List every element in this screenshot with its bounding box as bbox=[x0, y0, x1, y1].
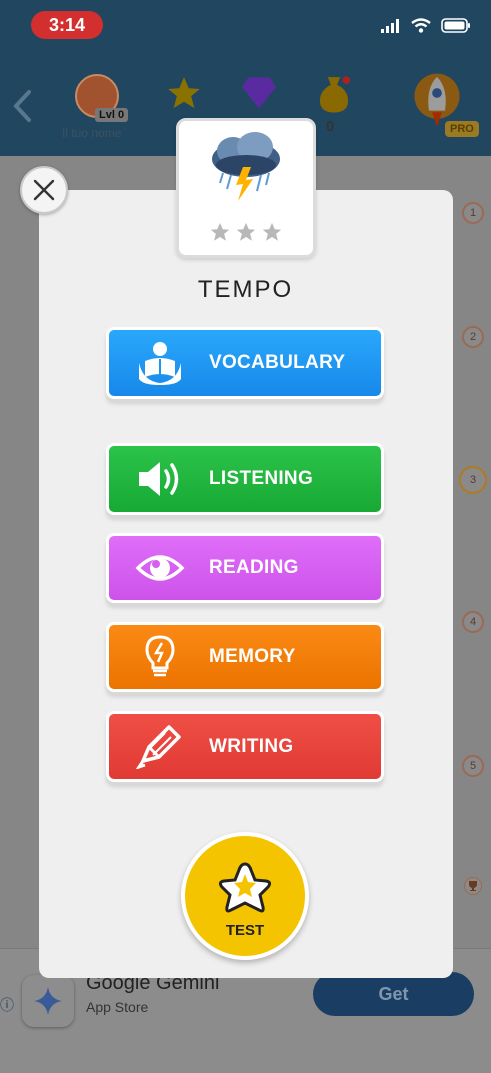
ad-info-icon[interactable]: ⓘ bbox=[0, 995, 14, 1015]
listening-button[interactable]: LISTENING bbox=[106, 443, 384, 515]
eye-icon bbox=[135, 555, 185, 581]
star-empty-icon bbox=[210, 222, 230, 241]
reading-label: READING bbox=[209, 557, 299, 578]
coin-bag-icon bbox=[319, 76, 351, 113]
star-empty-icon bbox=[236, 222, 256, 241]
status-bar: 3:14 bbox=[0, 0, 491, 56]
lightbulb-icon bbox=[145, 635, 175, 677]
ad-subtitle: App Store bbox=[86, 999, 149, 1015]
close-button[interactable] bbox=[20, 166, 68, 214]
user-name: Il tuo nome bbox=[62, 126, 122, 140]
star-icon bbox=[218, 862, 272, 913]
sparkle-icon bbox=[34, 987, 62, 1015]
level-badge: Lvl 0 bbox=[95, 108, 129, 122]
memory-button[interactable]: MEMORY bbox=[106, 622, 384, 692]
vocabulary-button[interactable]: VOCABULARY bbox=[106, 327, 384, 399]
writing-button[interactable]: WRITING bbox=[106, 711, 384, 782]
timeline-step-4[interactable]: 4 bbox=[462, 611, 484, 633]
lesson-title: TEMPO bbox=[197, 276, 294, 303]
timeline-step-3[interactable]: 3 bbox=[459, 466, 487, 494]
status-time: 3:14 bbox=[31, 11, 103, 39]
reading-button[interactable]: READING bbox=[106, 533, 384, 603]
gem-icon bbox=[242, 77, 276, 109]
reader-icon bbox=[139, 342, 181, 385]
writing-label: WRITING bbox=[209, 735, 294, 757]
close-icon bbox=[33, 179, 55, 201]
pro-badge: PRO bbox=[445, 121, 479, 137]
star-empty-icon bbox=[262, 222, 282, 241]
star-icon bbox=[168, 77, 200, 109]
listening-label: LISTENING bbox=[209, 468, 314, 489]
test-button[interactable]: TEST bbox=[181, 832, 309, 960]
coin-count: 0 bbox=[326, 118, 335, 135]
battery-icon bbox=[441, 18, 470, 33]
timeline-step-2[interactable]: 2 bbox=[462, 326, 484, 348]
ad-get-button[interactable]: Get bbox=[313, 972, 474, 1016]
memory-label: MEMORY bbox=[209, 646, 296, 667]
vocabulary-label: VOCABULARY bbox=[209, 352, 346, 373]
trophy-icon bbox=[464, 877, 482, 895]
card-stars bbox=[209, 221, 283, 243]
timeline-step-1[interactable]: 1 bbox=[462, 202, 484, 224]
wifi-icon bbox=[411, 18, 431, 33]
status-icons bbox=[381, 18, 471, 33]
test-label: TEST bbox=[225, 922, 265, 939]
pencil-icon bbox=[135, 724, 181, 769]
storm-cloud-icon bbox=[212, 132, 280, 201]
gemini-app-icon[interactable] bbox=[22, 975, 74, 1027]
back-arrow-icon[interactable] bbox=[10, 88, 34, 124]
lesson-card bbox=[176, 118, 316, 258]
timeline-step-5[interactable]: 5 bbox=[462, 755, 484, 777]
speaker-icon bbox=[139, 462, 179, 496]
signal-icon bbox=[381, 18, 399, 33]
